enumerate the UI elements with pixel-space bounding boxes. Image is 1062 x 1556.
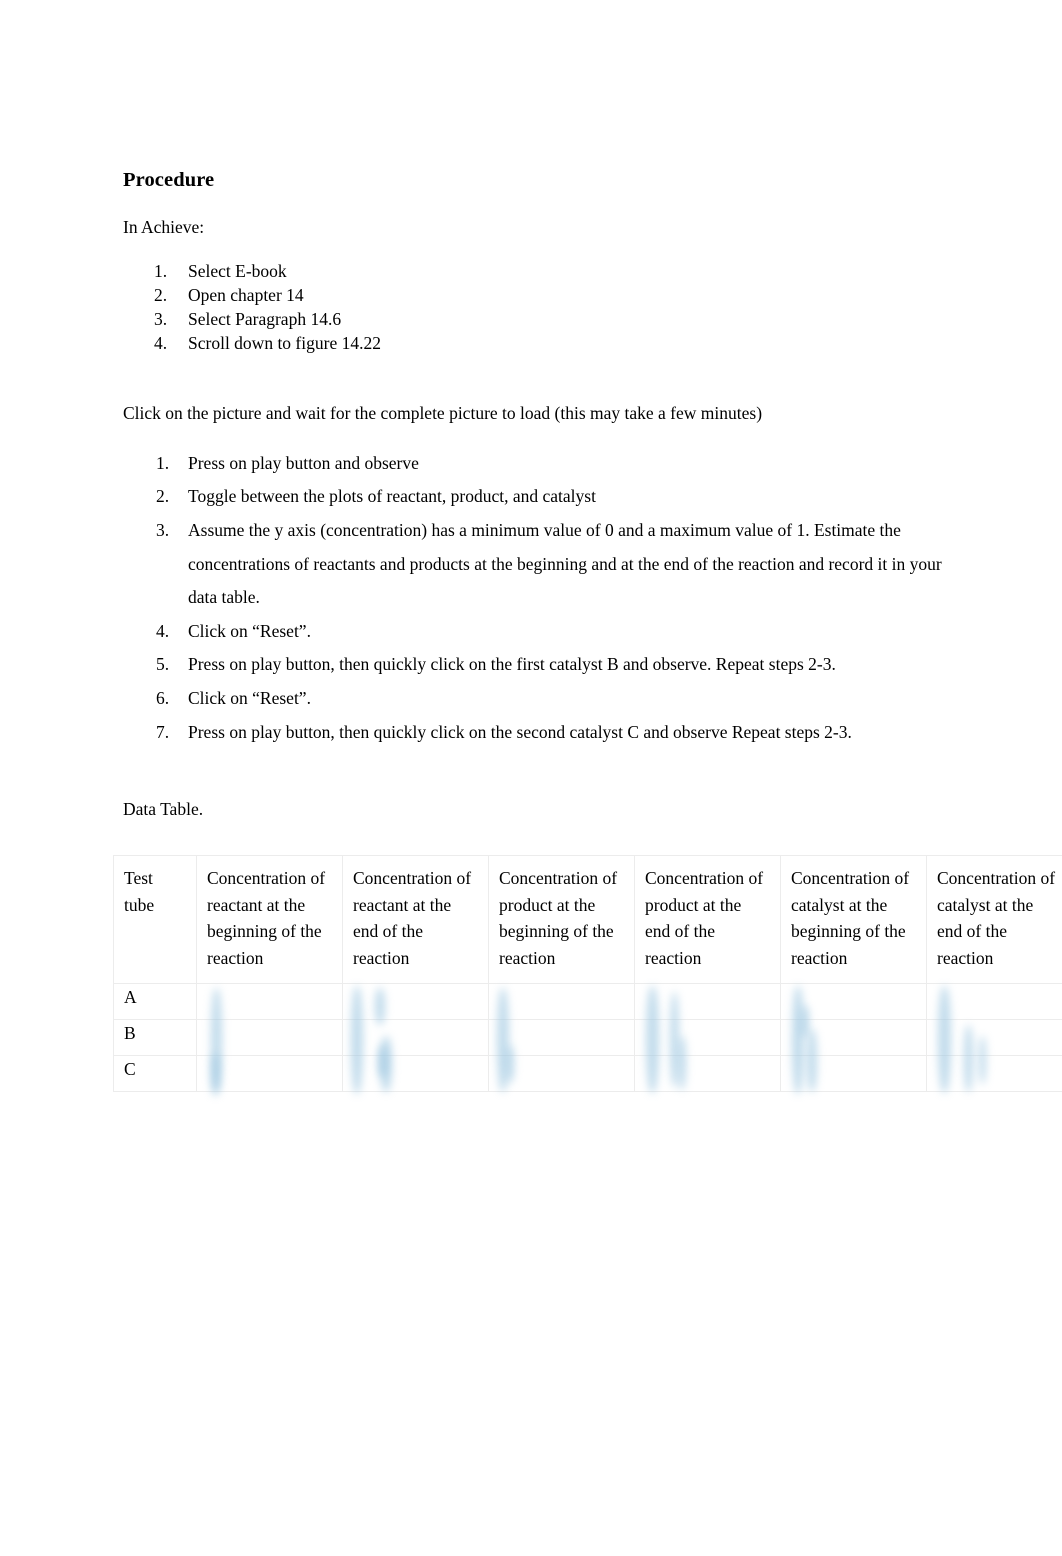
cell-b-catalyst-end[interactable] [926,1019,1062,1057]
column-header-product-begin: Concentration of product at the beginnin… [488,854,635,985]
achieve-steps-list: 1. Select E-book 2. Open chapter 14 3. S… [123,238,968,356]
list-marker: 3. [154,309,168,330]
table-header-row: Test tube Concentration of reactant at t… [113,854,1062,985]
cell-b-reactant-end[interactable] [342,1019,489,1057]
list-item-label: Press on play button, then quickly click… [188,721,852,742]
list-marker: 4. [154,333,168,354]
row-label-c: C [113,1055,197,1093]
column-header-reactant-end: Concentration of reactant at the end of … [342,854,489,985]
table-header: Test tube Concentration of reactant at t… [113,854,1062,985]
list-item-label: Press on play button, then quickly click… [188,654,836,675]
list-item: 2. Toggle between the plots of reactant,… [123,480,968,514]
data-table-container: Test tube Concentration of reactant at t… [113,854,1062,1097]
cell-c-product-begin[interactable] [488,1055,635,1093]
cell-b-product-begin[interactable] [488,1019,635,1057]
list-item-label: Assume the y axis (concentration) has a … [188,520,942,608]
cell-c-catalyst-end[interactable] [926,1055,1062,1093]
cell-b-reactant-begin[interactable] [196,1019,343,1057]
table-row: B [113,1019,1062,1057]
list-item: 4. Scroll down to figure 14.22 [123,331,968,355]
cell-c-reactant-begin[interactable] [196,1055,343,1093]
list-item: 1. Press on play button and observe [123,447,968,481]
list-item: 5. Press on play button, then quickly cl… [123,648,968,682]
list-item-label: Press on play button and observe [188,452,419,473]
intro-paragraph: In Achieve: [123,216,205,237]
picture-load-note: Click on the picture and wait for the co… [123,403,763,424]
list-item: 3. Assume the y axis (concentration) has… [123,514,968,615]
list-item: 4. Click on “Reset”. [123,615,968,649]
column-header-test-tube: Test tube [113,854,197,985]
list-marker: 7. [156,721,170,742]
list-marker: 2. [154,285,168,306]
list-item-label: Scroll down to figure 14.22 [188,333,381,354]
list-item-label: Select E-book [188,260,287,281]
cell-a-product-begin[interactable] [488,983,635,1021]
list-item: 2. Open chapter 14 [123,283,968,307]
document-body: Procedure In Achieve: 1. Select E-book 2… [123,0,968,821]
table-body: A B C [113,983,1062,1093]
cell-b-catalyst-begin[interactable] [780,1019,927,1057]
column-header-catalyst-end: Concentration of catalyst at the end of … [926,854,1062,985]
list-marker: 1. [154,260,168,281]
column-header-product-end: Concentration of product at the end of t… [634,854,781,985]
table-row: C [113,1055,1062,1093]
row-label-a: A [113,983,197,1021]
cell-a-product-end[interactable] [634,983,781,1021]
cell-a-reactant-begin[interactable] [196,983,343,1021]
cell-a-catalyst-begin[interactable] [780,983,927,1021]
list-item-label: Open chapter 14 [188,285,304,306]
cell-c-product-end[interactable] [634,1055,781,1093]
cell-c-catalyst-begin[interactable] [780,1055,927,1093]
cell-a-reactant-end[interactable] [342,983,489,1021]
page-title: Procedure [123,169,215,191]
list-marker: 3. [156,520,170,540]
list-marker: 2. [156,486,170,507]
list-item: 3. Select Paragraph 14.6 [123,307,968,331]
data-table: Test tube Concentration of reactant at t… [113,854,1062,1093]
list-item: 1. Select E-book [123,259,968,283]
list-item: 7. Press on play button, then quickly cl… [123,716,968,750]
column-header-reactant-begin: Concentration of reactant at the beginni… [196,854,343,985]
list-marker: 6. [156,687,170,708]
column-header-catalyst-begin: Concentration of catalyst at the beginni… [780,854,927,985]
simulation-steps-list: 1. Press on play button and observe 2. T… [123,425,968,749]
list-marker: 4. [156,620,170,641]
table-row: A [113,983,1062,1021]
list-item-label: Click on “Reset”. [188,620,311,641]
list-marker: 1. [156,452,170,473]
row-label-b: B [113,1019,197,1057]
cell-c-reactant-end[interactable] [342,1055,489,1093]
list-item-label: Click on “Reset”. [188,687,311,708]
data-table-caption: Data Table. [123,799,204,820]
list-item-label: Select Paragraph 14.6 [188,309,342,330]
document-page: Procedure In Achieve: 1. Select E-book 2… [0,0,1062,1556]
list-item: 6. Click on “Reset”. [123,682,968,716]
list-marker: 5. [156,654,170,675]
cell-a-catalyst-end[interactable] [926,983,1062,1021]
cell-b-product-end[interactable] [634,1019,781,1057]
list-item-label: Toggle between the plots of reactant, pr… [188,486,596,507]
